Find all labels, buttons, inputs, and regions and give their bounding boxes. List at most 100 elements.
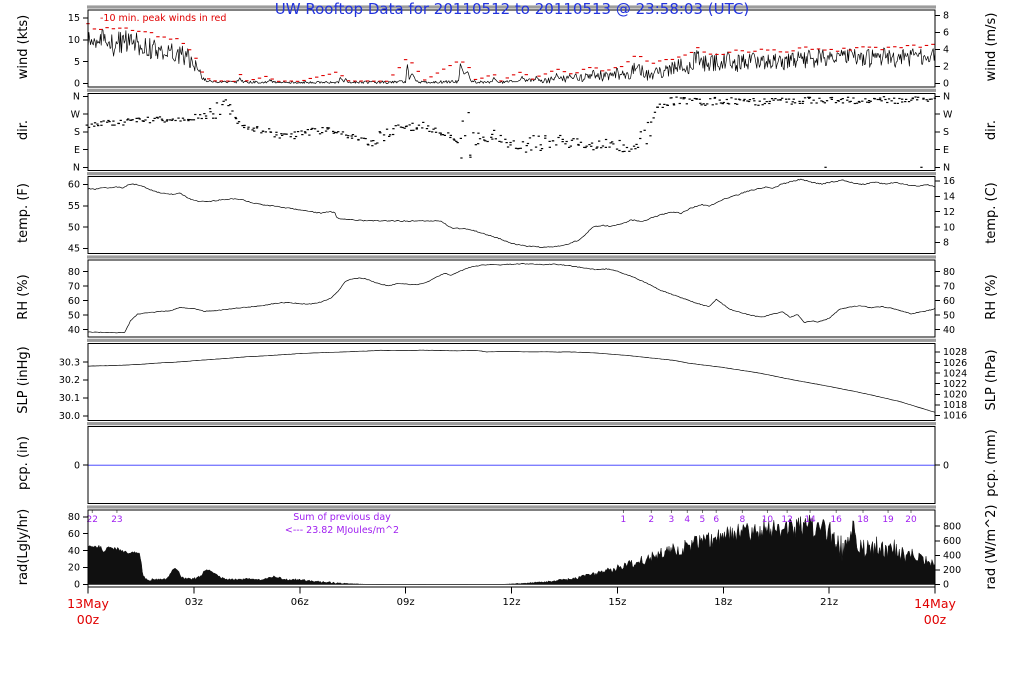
- wind-direction-dot: [904, 101, 906, 102]
- wind-direction-dot: [910, 100, 912, 101]
- x-axis-tick-label: 18z: [714, 597, 732, 608]
- wind-direction-dot: [100, 125, 102, 126]
- wind-direction-dot: [197, 118, 199, 119]
- wind-direction-dot: [404, 128, 406, 129]
- wind-direction-dot: [352, 134, 354, 135]
- wind-direction-dot: [532, 135, 534, 136]
- wind-direction-dot: [106, 122, 108, 123]
- wind-direction-dot: [877, 99, 879, 100]
- axis-title-rad-left: rad(Lgly/hr): [16, 477, 32, 617]
- wind-direction-dot: [735, 99, 737, 100]
- wind-direction-dot: [861, 101, 863, 102]
- peak-wind-dash: [677, 57, 680, 58]
- wind-direction-dot: [578, 145, 580, 146]
- panel-temp: [88, 179, 935, 248]
- peak-wind-dash: [518, 72, 521, 73]
- wind-direction-dot: [124, 122, 126, 123]
- wind-direction-dot: [421, 127, 423, 128]
- peak-wind-dash: [436, 73, 439, 74]
- right-tick-label: 1020: [943, 389, 967, 400]
- wind-direction-dot: [241, 125, 243, 126]
- peak-wind-dash: [919, 47, 922, 48]
- wind-direction-dot: [388, 136, 390, 137]
- wind-direction-dot: [842, 98, 844, 99]
- peak-wind-dash: [150, 32, 153, 33]
- wind-direction-dot: [804, 97, 806, 98]
- x-axis-date-label: 13May: [67, 596, 109, 611]
- wind-direction-dot: [522, 141, 524, 142]
- right-tick-label: 40: [943, 325, 955, 336]
- wind-direction-dot: [275, 134, 277, 135]
- peak-wind-dash: [461, 62, 464, 63]
- wind-direction-dot: [922, 99, 924, 100]
- wind-direction-dot: [595, 148, 597, 149]
- peak-wind-dash: [124, 28, 127, 29]
- wind-direction-dot: [462, 121, 464, 122]
- wind-direction-dot: [383, 140, 385, 141]
- wind-direction-dot: [493, 130, 495, 131]
- wind-direction-dot: [675, 97, 677, 98]
- wind-direction-dot: [644, 130, 646, 131]
- peak-wind-dash: [563, 71, 566, 72]
- peak-wind-dash: [423, 79, 426, 80]
- wind-direction-dot: [469, 155, 471, 156]
- wind-direction-dot: [205, 115, 207, 116]
- wind-direction-dot: [673, 104, 675, 105]
- wind-direction-dot: [759, 101, 761, 102]
- wind-direction-dot: [475, 144, 477, 145]
- right-tick-label: 1018: [943, 400, 967, 411]
- panel-separator: [87, 505, 936, 508]
- wind-direction-dot: [253, 131, 255, 132]
- wind-direction-dot: [891, 100, 893, 101]
- peak-wind-dash: [582, 69, 585, 70]
- wind-direction-dot: [370, 140, 372, 141]
- wind-direction-dot: [623, 151, 625, 152]
- wind-direction-dot: [247, 128, 249, 129]
- peak-wind-dash: [683, 55, 686, 56]
- wind-direction-dot: [777, 99, 779, 100]
- right-tick-label: 2: [943, 62, 949, 73]
- peak-wind-dash: [163, 37, 166, 38]
- wind-direction-dot: [785, 99, 787, 100]
- panel-separator: [87, 172, 936, 175]
- left-tick-label: 80: [68, 512, 80, 523]
- left-tick-label: 70: [68, 281, 80, 292]
- left-tick-label: 50: [68, 222, 80, 233]
- peak-wind-dash: [290, 81, 293, 82]
- peak-wind-dash: [556, 69, 559, 70]
- wind-direction-dot: [576, 138, 578, 139]
- wind-direction-dot: [300, 130, 302, 131]
- wind-direction-dot: [281, 135, 283, 136]
- wind-direction-dot: [846, 100, 848, 101]
- right-tick-label: 4: [943, 45, 949, 56]
- wind-direction-dot: [931, 99, 933, 100]
- wind-direction-dot: [100, 121, 102, 122]
- wind-direction-dot: [646, 143, 648, 144]
- wind-direction-dot: [792, 101, 794, 102]
- left-tick-label: 5: [74, 57, 80, 68]
- peak-wind-dash: [499, 80, 502, 81]
- peak-wind-dash: [220, 80, 223, 81]
- x-axis-tick-label: 21z: [820, 597, 838, 608]
- wind-direction-dot: [540, 144, 542, 145]
- peak-wind-dash: [893, 46, 896, 47]
- wind-direction-dot: [714, 97, 716, 98]
- wind-direction-dot: [525, 152, 527, 153]
- wind-direction-dot: [549, 147, 551, 148]
- wind-direction-dot: [506, 142, 508, 143]
- wind-direction-dot: [764, 103, 766, 104]
- wind-direction-dot: [798, 101, 800, 102]
- wind-direction-dot: [203, 113, 205, 114]
- wind-direction-dot: [535, 147, 537, 148]
- wind-direction-dot: [460, 138, 462, 139]
- wind-direction-dot: [768, 103, 770, 104]
- wind-direction-dot: [898, 98, 900, 99]
- wind-direction-dot: [495, 138, 497, 139]
- wind-direction-dot: [703, 103, 705, 104]
- wind-direction-dot: [793, 99, 795, 100]
- x-axis-date-label: 00z: [924, 612, 947, 627]
- peak-wind-dash: [201, 72, 204, 73]
- right-tick-label: 800: [943, 521, 961, 532]
- peak-wind-dash: [512, 74, 515, 75]
- wind-direction-dot: [870, 101, 872, 102]
